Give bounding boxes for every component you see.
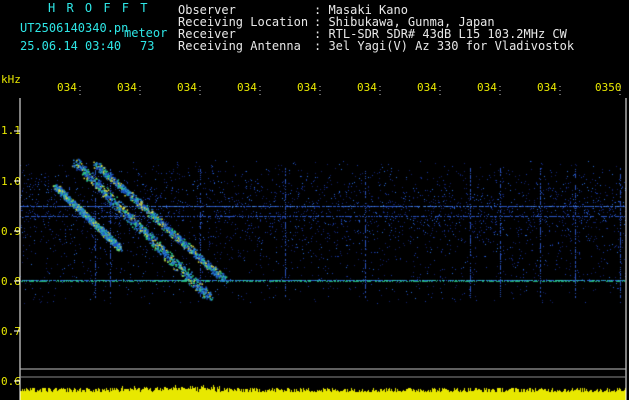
spectrogram-plot xyxy=(20,98,626,400)
